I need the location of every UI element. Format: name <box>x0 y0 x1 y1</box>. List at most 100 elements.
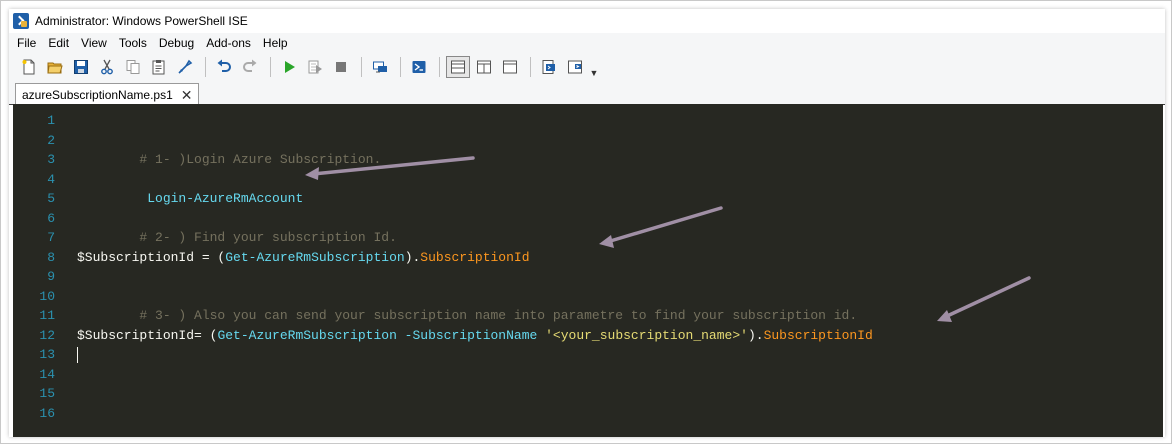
command-token: Get-AzureRmSubscription <box>225 249 405 265</box>
show-command-addon-icon <box>568 60 582 74</box>
text-caret <box>77 347 78 363</box>
menu-debug[interactable]: Debug <box>155 36 198 50</box>
redo-icon <box>243 59 257 72</box>
show-script-right-icon <box>477 60 491 74</box>
show-command-window-button[interactable] <box>537 56 561 78</box>
menu-tools[interactable]: Tools <box>115 36 151 50</box>
show-script-pane-top-button[interactable] <box>446 56 470 78</box>
start-powershell-icon <box>412 61 426 73</box>
command-token: Login-AzureRmAccount <box>139 191 304 206</box>
property-token: SubscriptionId <box>420 249 530 265</box>
toolbar-separator <box>400 57 401 77</box>
menu-help[interactable]: Help <box>259 36 292 50</box>
toolbar: ▼ <box>9 53 1165 81</box>
run-selection-button[interactable] <box>303 56 327 78</box>
line-number: 9 <box>47 269 55 284</box>
line-number: 5 <box>47 191 55 206</box>
menu-view[interactable]: View <box>77 36 111 50</box>
close-icon[interactable]: ✕ <box>181 88 193 102</box>
stop-icon <box>336 62 346 72</box>
code-line-6: # 2- ) Find your subscription Id. <box>77 209 396 245</box>
redo-button[interactable] <box>238 56 262 78</box>
start-powershell-button[interactable] <box>407 56 431 78</box>
toolbar-separator <box>205 57 206 77</box>
code-line-8: $SubscriptionId = (Get-AzureRmSubscripti… <box>77 248 530 268</box>
show-script-pane-maximized-button[interactable] <box>498 56 522 78</box>
line-number: 8 <box>47 249 55 265</box>
clear-console-button[interactable] <box>173 56 197 78</box>
new-remote-powershell-tab-button[interactable] <box>368 56 392 78</box>
property-token: SubscriptionId <box>763 327 873 343</box>
comment-token: # 1- )Login Azure Subscription. <box>139 152 382 167</box>
remote-powershell-icon <box>373 61 387 73</box>
line-number: 6 <box>47 210 55 226</box>
run-selection-icon <box>308 60 322 74</box>
comment-token: # 2- ) Find your subscription Id. <box>139 230 397 245</box>
toolbar-separator <box>361 57 362 77</box>
show-script-maximized-icon <box>503 60 517 74</box>
paste-button[interactable] <box>147 56 171 78</box>
undo-icon <box>217 59 231 72</box>
line-number: 13 <box>39 347 55 362</box>
cut-button[interactable] <box>95 56 119 78</box>
save-script-button[interactable] <box>69 56 93 78</box>
powershell-ise-window: Administrator: Windows PowerShell ISE Fi… <box>9 9 1165 437</box>
line-number: 1 <box>47 113 55 128</box>
menu-bar: File Edit View Tools Debug Add-ons Help <box>9 33 1165 53</box>
show-script-pane-right-button[interactable] <box>472 56 496 78</box>
screenshot-frame: Administrator: Windows PowerShell ISE Fi… <box>0 0 1172 444</box>
parameter-token: -SubscriptionName <box>396 327 546 343</box>
toolbar-separator <box>270 57 271 77</box>
comment-token: # 3- ) Also you can send your subscripti… <box>139 308 858 323</box>
variable-token: $SubscriptionId <box>77 327 195 343</box>
code-line-12: $SubscriptionId= (Get-AzureRmSubscriptio… <box>77 326 873 346</box>
open-icon <box>47 62 63 74</box>
show-command-window-icon <box>542 60 555 74</box>
line-number: 16 <box>39 405 55 421</box>
run-script-button[interactable] <box>277 56 301 78</box>
line-number-gutter: 1 2 3 4 5 6 7 8 9 10 11 12 13 14 15 16 <box>13 104 61 437</box>
copy-icon <box>126 60 140 74</box>
tab-azure-subscription-name[interactable]: azureSubscriptionName.ps1 ✕ <box>15 83 200 105</box>
undo-button[interactable] <box>212 56 236 78</box>
toolbar-separator <box>530 57 531 77</box>
clear-console-icon <box>178 59 193 74</box>
powershell-ise-icon <box>13 13 29 29</box>
code-line-4: Login-AzureRmAccount <box>77 170 303 206</box>
show-script-top-icon <box>451 60 465 74</box>
paste-icon <box>152 60 165 75</box>
save-icon <box>74 60 88 74</box>
operator-token: ). <box>404 249 421 265</box>
code-line-2: # 1- )Login Azure Subscription. <box>77 131 381 167</box>
tab-label: azureSubscriptionName.ps1 <box>22 87 173 102</box>
line-number: 7 <box>47 230 55 245</box>
menu-file[interactable]: File <box>13 36 40 50</box>
line-number: 3 <box>47 152 55 167</box>
line-number: 15 <box>39 386 55 401</box>
string-token: '<your_subscription_name>' <box>545 327 748 343</box>
toolbar-separator <box>439 57 440 77</box>
operator-token: = ( <box>194 327 218 343</box>
line-number: 14 <box>39 366 55 382</box>
copy-button[interactable] <box>121 56 145 78</box>
run-icon <box>285 61 295 73</box>
script-editor[interactable]: 1 2 3 4 5 6 7 8 9 10 11 12 13 14 15 16 #… <box>13 104 1163 437</box>
toolbar-overflow-icon[interactable]: ▼ <box>589 56 599 78</box>
variable-token: $SubscriptionId <box>77 249 195 265</box>
stop-operation-button[interactable] <box>329 56 353 78</box>
line-number: 12 <box>39 327 55 343</box>
script-tab-strip: azureSubscriptionName.ps1 ✕ <box>9 81 1165 105</box>
line-number: 11 <box>39 308 55 323</box>
open-script-button[interactable] <box>43 56 67 78</box>
menu-edit[interactable]: Edit <box>44 36 73 50</box>
window-title: Administrator: Windows PowerShell ISE <box>35 14 248 28</box>
operator-token: ). <box>747 327 764 343</box>
code-line-10: # 3- ) Also you can send your subscripti… <box>77 287 857 323</box>
line-number: 4 <box>47 171 55 187</box>
line-number: 2 <box>47 132 55 148</box>
new-script-button[interactable] <box>17 56 41 78</box>
show-command-add-on-button[interactable] <box>563 56 587 78</box>
menu-add-ons[interactable]: Add-ons <box>202 36 255 50</box>
title-bar: Administrator: Windows PowerShell ISE <box>9 9 1165 33</box>
command-token: Get-AzureRmSubscription <box>217 327 397 343</box>
